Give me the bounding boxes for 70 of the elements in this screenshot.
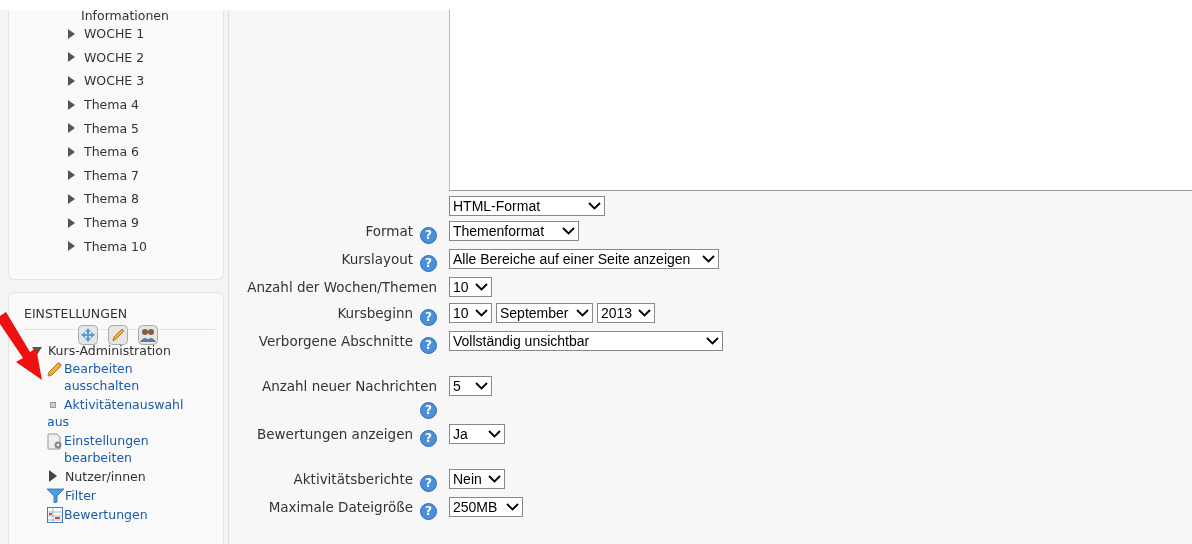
course-section-link[interactable]: WOCHE 3 [84,73,145,89]
course-section-link[interactable]: Thema 8 [84,191,139,207]
dropdown[interactable]: HTML-Format [449,196,605,216]
course-section-link[interactable]: Thema 4 [84,97,139,113]
field-label: Maximale Dateigröße [268,499,413,515]
chevron-down-icon [475,382,488,390]
users-icon[interactable] [138,325,158,345]
field-label: Kurslayout [341,251,413,267]
dropdown[interactable]: Vollständig unsichtbar [449,331,723,351]
chevron-down-icon [706,337,719,345]
dropdown[interactable]: 10 [449,303,492,323]
settings-link[interactable]: Aktivitätenauswahl aus [47,396,192,430]
collapsed-triangle-icon[interactable] [66,217,76,228]
settings-link[interactable]: Filter [65,487,96,504]
collapsed-triangle-icon[interactable] [66,123,76,134]
collapsed-triangle-icon[interactable] [66,28,76,39]
dropdown[interactable]: Ja [449,424,505,444]
chevron-down-icon [475,309,488,317]
collapsed-triangle-icon[interactable] [66,193,76,204]
dropdown[interactable]: 5 [449,376,492,396]
field-label: Verborgene Abschnitte [258,333,413,349]
settings-link[interactable]: Einstellungen bearbeiten [64,432,192,466]
course-section-link[interactable]: WOCHE 1 [84,26,145,42]
course-section-link[interactable]: Thema 10 [84,238,147,254]
tree-node-label[interactable]: Kurs-Administration [48,343,171,358]
course-section-link[interactable]: Thema 7 [84,167,139,183]
field-label: Anzahl neuer Nachrichten [261,378,437,394]
field-label: Kursbeginn [337,305,413,321]
funnel-icon [47,488,64,503]
pencil-icon[interactable] [108,325,128,345]
collapsed-triangle-icon[interactable] [66,146,76,157]
collapsed-triangle-icon[interactable] [66,241,76,252]
course-section-link[interactable]: Thema 5 [84,120,139,136]
chevron-down-icon [488,475,501,483]
collapsed-triangle-icon[interactable] [66,52,76,63]
dropdown[interactable]: Nein [449,469,505,489]
pencil-icon [47,361,63,377]
chevron-down-icon [702,255,715,263]
field-label: Anzahl der Wochen/Themen [247,279,437,295]
field-label: Format [365,223,413,239]
bullet-icon [50,402,56,408]
course-section-link[interactable]: Thema 9 [84,215,139,231]
document-gear-icon [47,433,63,450]
collapsed-triangle-icon[interactable] [66,170,76,181]
course-section-link[interactable]: Thema 6 [84,144,139,160]
chevron-down-icon [475,283,488,291]
chevron-down-icon [588,202,601,210]
chevron-down-icon [638,309,651,317]
collapsed-triangle-icon[interactable] [49,470,57,482]
settings-link[interactable]: Bearbeiten ausschalten [64,360,192,394]
collapsed-triangle-icon[interactable] [66,99,76,110]
course-section-link[interactable]: WOCHE 2 [84,49,145,65]
chevron-down-icon [562,227,575,235]
move-icon[interactable] [78,325,98,345]
settings-link[interactable]: Bewertungen [64,506,148,523]
dropdown[interactable]: Alle Bereiche auf einer Seite anzeigen [449,249,719,269]
field-label: Aktivitätsberichte [293,471,413,487]
course-section-link[interactable]: Informationen [81,10,169,22]
dropdown[interactable]: 10 [449,277,492,297]
dropdown[interactable]: September [496,303,593,323]
collapsed-triangle-icon[interactable] [66,76,76,86]
chevron-down-icon [576,309,589,317]
dropdown[interactable]: 2013 [597,303,655,323]
dropdown[interactable]: 250MB [449,497,523,517]
field-label: Bewertungen anzeigen [257,426,413,442]
grade-sheet-icon [47,507,63,523]
chevron-down-icon [506,503,519,511]
dropdown[interactable]: Themenformat [449,221,579,241]
tree-node-label[interactable]: Nutzer/innen [65,468,146,485]
chevron-down-icon [488,430,501,438]
